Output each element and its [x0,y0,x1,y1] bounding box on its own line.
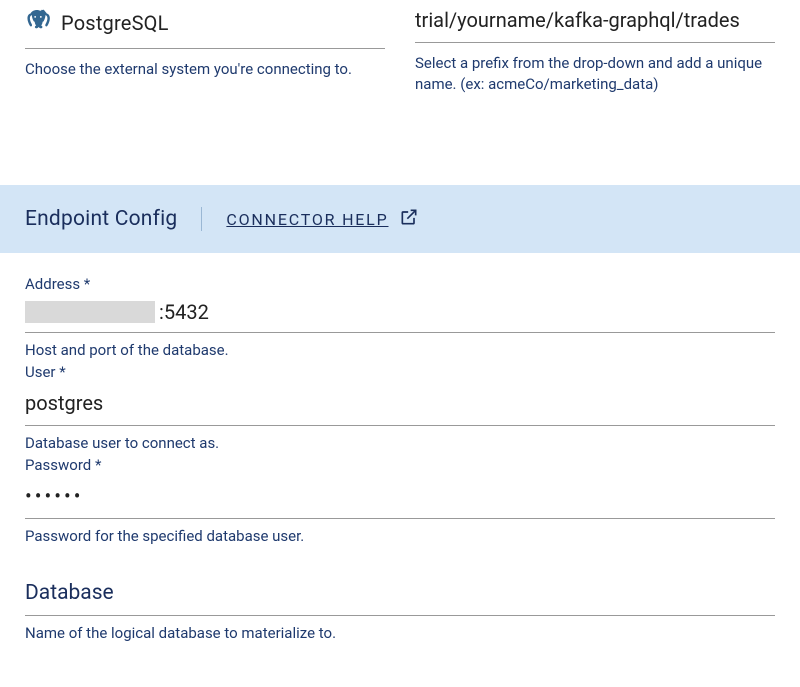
user-help: Database user to connect as. [25,434,775,452]
endpoint-config-header: Endpoint Config CONNECTOR HELP [0,185,800,253]
connector-selected-label: PostgreSQL [61,11,169,35]
database-help: Name of the logical database to material… [25,624,775,642]
address-port: :5432 [159,300,209,324]
postgresql-icon [25,8,51,38]
endpoint-config-title: Endpoint Config [25,207,202,231]
connector-help-label: CONNECTOR HELP [226,210,388,229]
database-heading: Database [25,551,775,616]
connector-help-link[interactable]: CONNECTOR HELP [226,207,418,231]
open-external-icon [399,207,419,231]
password-label: Password * [25,456,775,474]
address-input[interactable]: :5432 [25,293,775,333]
password-input[interactable]: •••••• [25,474,775,519]
password-help: Password for the specified database user… [25,527,775,545]
address-host-redacted [25,301,155,323]
connector-select[interactable]: PostgreSQL [25,2,385,49]
address-help: Host and port of the database. [25,341,775,359]
name-input[interactable] [415,2,775,43]
user-input[interactable] [25,381,775,426]
user-label: User * [25,363,775,381]
connector-helper: Choose the external system you're connec… [25,59,385,80]
name-helper: Select a prefix from the drop-down and a… [415,53,775,95]
address-label: Address * [25,275,775,293]
